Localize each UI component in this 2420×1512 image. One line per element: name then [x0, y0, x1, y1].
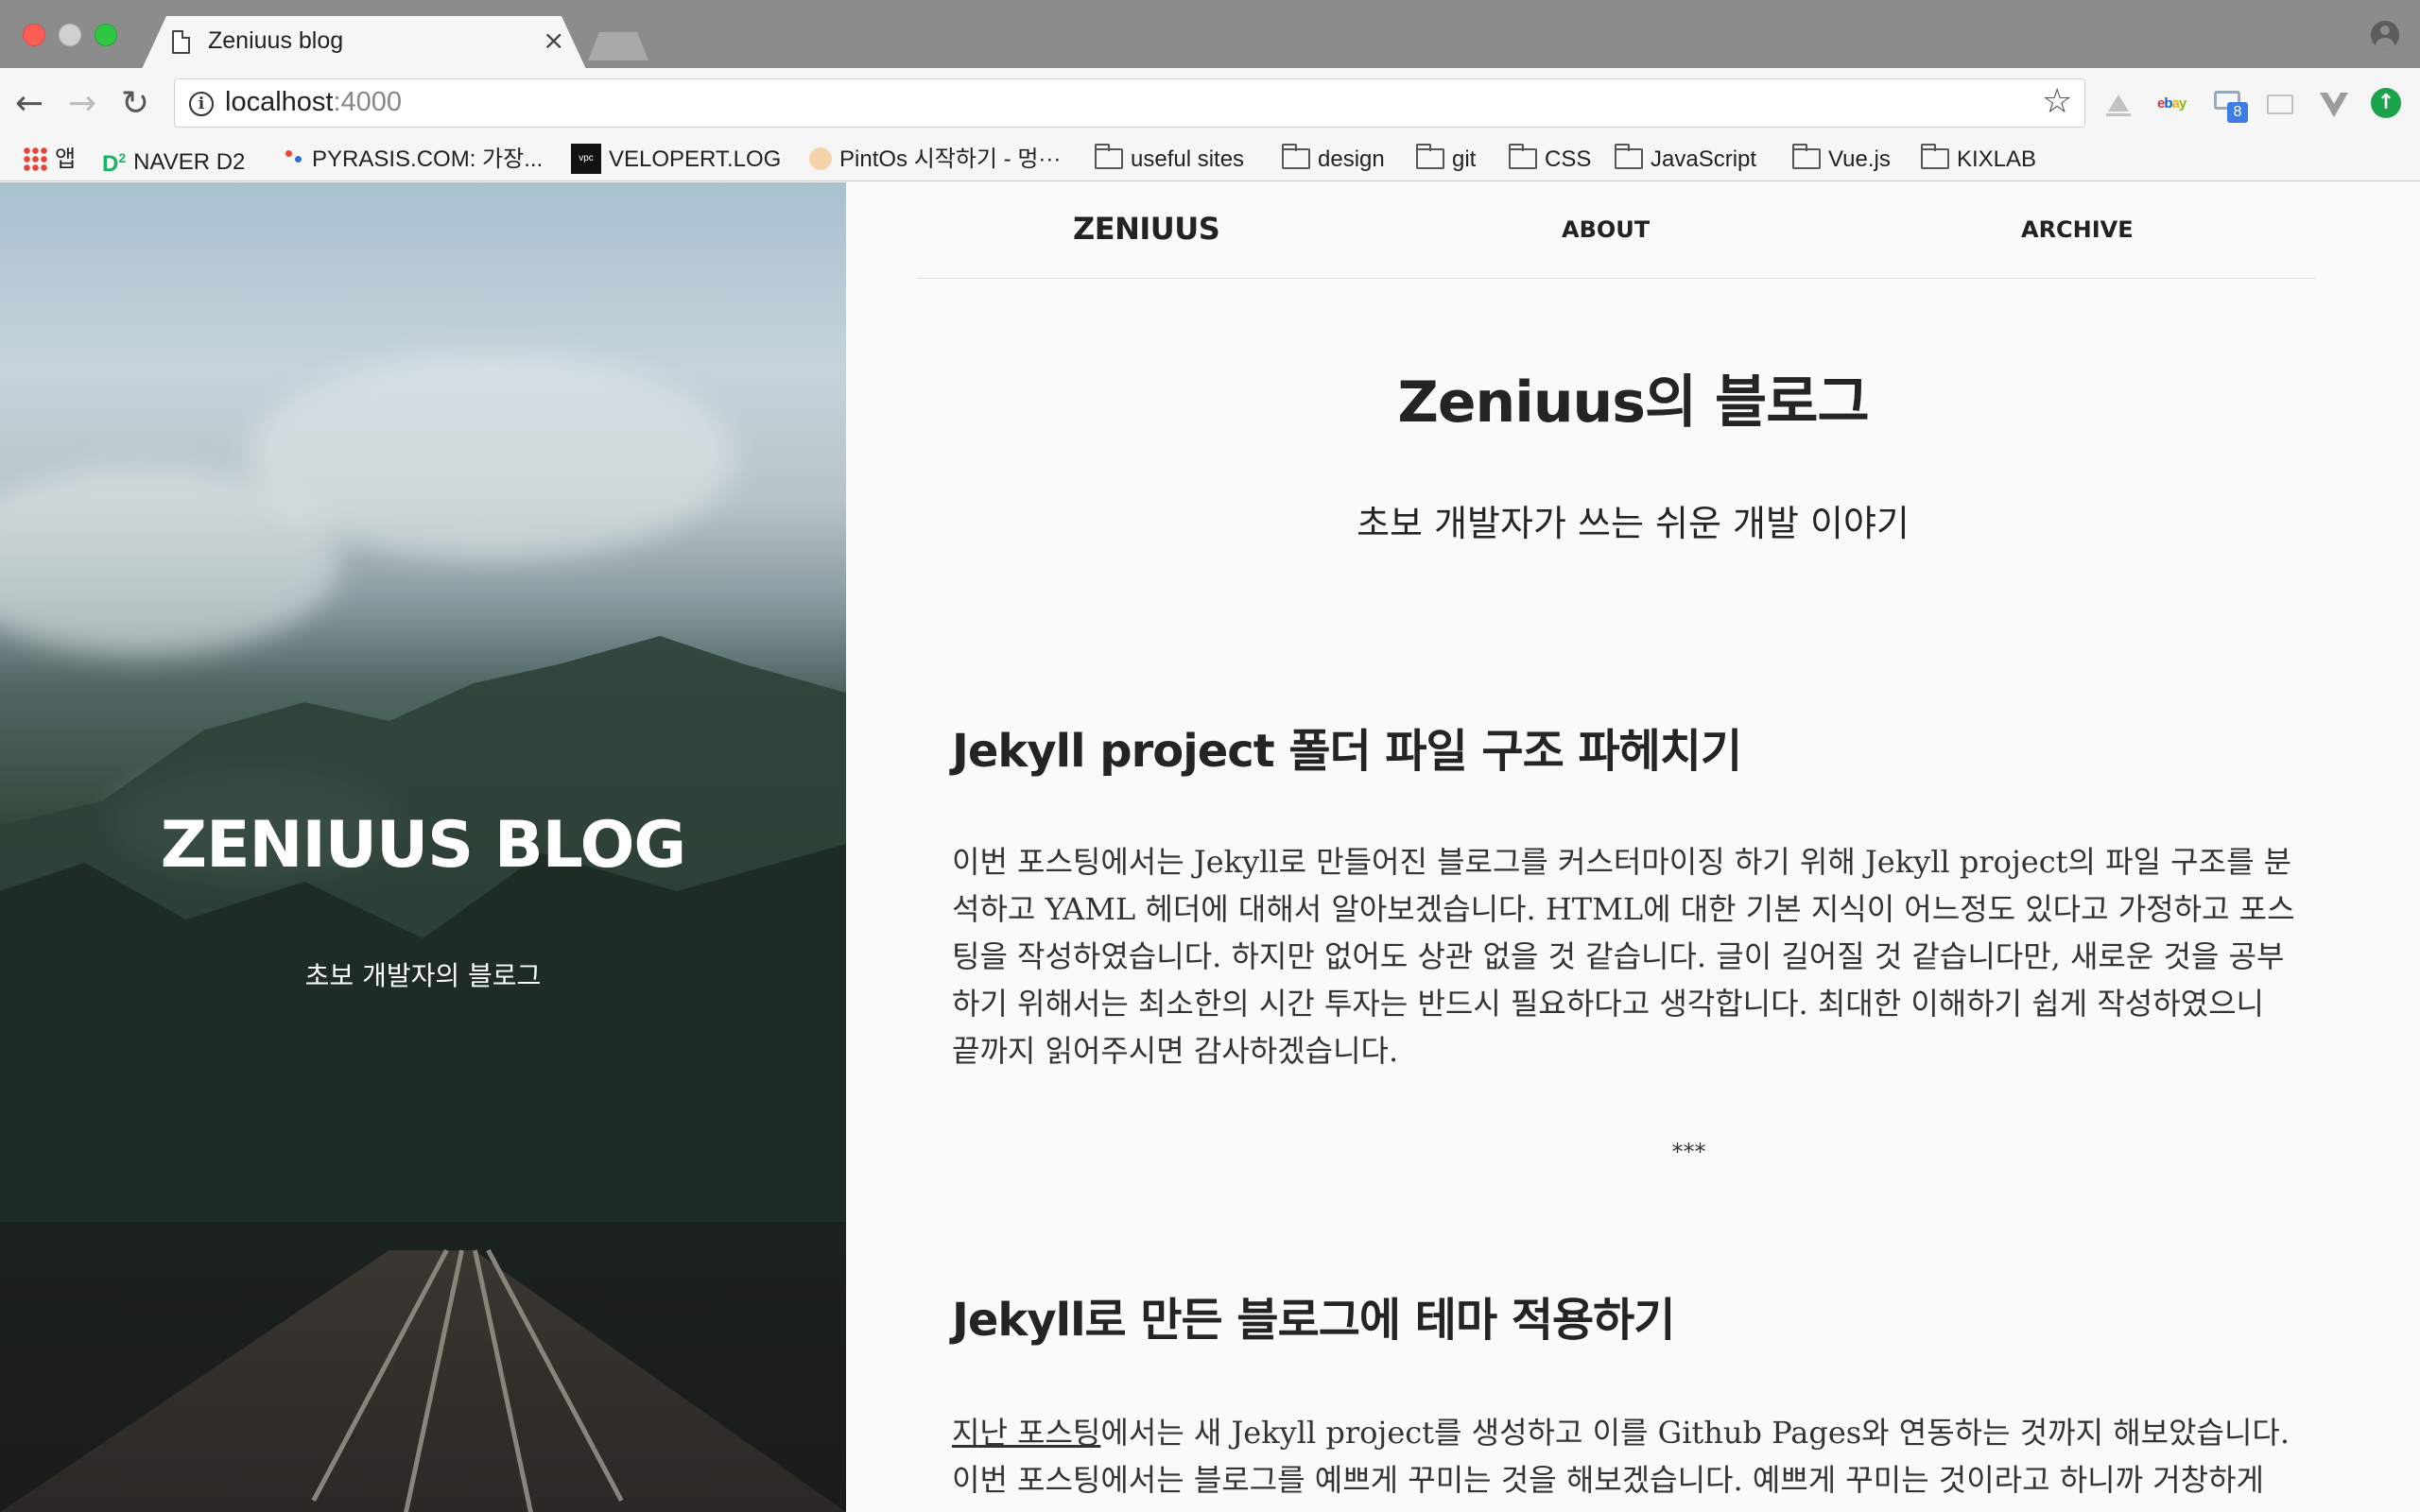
- post-excerpt-text: 에서는 새 Jekyll project를 생성하고 이를 Github Pag…: [952, 1415, 2290, 1512]
- tab-title: Zeniuus blog: [208, 27, 344, 54]
- folder-icon: [1921, 143, 1949, 169]
- bookmark-pintos[interactable]: PintOs 시작하기 - 멍···: [809, 142, 1061, 178]
- pyrasis-icon: [284, 148, 304, 169]
- folder-icon: [1095, 143, 1123, 169]
- folder-icon: [1792, 143, 1821, 169]
- pintos-icon: [809, 146, 832, 170]
- bookmark-label: PintOs 시작하기 - 멍···: [839, 146, 1062, 172]
- velopert-icon: vpc: [571, 143, 601, 174]
- screen-extension-icon[interactable]: 8: [2214, 91, 2248, 123]
- bookmark-folder-design[interactable]: design: [1282, 142, 1385, 178]
- minimize-window-button[interactable]: [59, 24, 81, 46]
- post-title-link[interactable]: Jekyll project 폴더 파일 구조 파헤치기: [952, 713, 1742, 780]
- maximize-window-button[interactable]: [95, 24, 117, 46]
- folder-icon: [1509, 143, 1537, 169]
- post-excerpt: 지난 포스팅에서는 새 Jekyll project를 생성하고 이를 Gith…: [952, 1409, 2298, 1512]
- nav-archive-link[interactable]: ARCHIVE: [2021, 216, 2134, 243]
- bookmark-folder-git[interactable]: git: [1416, 142, 1476, 178]
- sidebar-subtitle: 초보 개발자의 블로그: [304, 960, 542, 991]
- bookmark-folder-useful-sites[interactable]: useful sites: [1095, 142, 1244, 178]
- profile-icon[interactable]: [2371, 21, 2399, 49]
- bookmark-label: design: [1318, 146, 1385, 172]
- page-title: Zeniuus의 블로그: [1397, 369, 1869, 436]
- folder-icon: [1615, 143, 1643, 169]
- url-port: :4000: [333, 87, 403, 117]
- bookmark-label: CSS: [1545, 146, 1592, 172]
- bookmark-folder-vuejs[interactable]: Vue.js: [1792, 142, 1891, 178]
- extension-badge: 8: [2227, 102, 2248, 123]
- top-navigation: ZENIUUS ABOUT ARCHIVE: [918, 182, 2317, 279]
- ebay-extension-icon[interactable]: ebay: [2157, 91, 2191, 117]
- sidebar-hero: ZENIUUS BLOG 초보 개발자의 블로그: [0, 182, 846, 1512]
- forward-arrow-icon[interactable]: →: [68, 85, 96, 123]
- bookmark-label: git: [1452, 146, 1477, 172]
- bookmark-label: JavaScript: [1651, 146, 1757, 172]
- post-excerpt: 이번 포스팅에서는 Jekyll로 만들어진 블로그를 커스터마이징 하기 위해…: [952, 844, 2295, 1069]
- folder-icon: [1416, 143, 1444, 169]
- url-host: localhost: [225, 87, 334, 117]
- bookmark-naver-d2[interactable]: D2 NAVER D2: [102, 142, 245, 178]
- page-description: 초보 개발자가 쓰는 쉬운 개발 이야기: [1357, 503, 1910, 544]
- note-extension-icon[interactable]: [2265, 91, 2293, 117]
- bookmark-label: 앱: [55, 146, 77, 172]
- main-content: ZENIUUS ABOUT ARCHIVE Zeniuus의 블로그 초보 개발…: [846, 182, 2420, 1512]
- back-arrow-icon[interactable]: ←: [15, 85, 43, 123]
- upload-extension-icon[interactable]: ↑: [2371, 88, 2401, 118]
- vue-devtools-icon[interactable]: [2318, 91, 2350, 117]
- previous-post-link[interactable]: 지난 포스팅: [952, 1415, 1100, 1451]
- folder-icon: [1282, 143, 1310, 169]
- bookmark-velopert[interactable]: vpc VELOPERT.LOG: [571, 142, 781, 178]
- sidebar-title: ZENIUUS BLOG: [160, 808, 686, 883]
- nav-brand-link[interactable]: ZENIUUS: [1073, 211, 1220, 247]
- tab-close-icon[interactable]: ×: [543, 26, 564, 56]
- drive-extension-icon[interactable]: [2104, 91, 2133, 117]
- bookmark-folder-kixlab[interactable]: KIXLAB: [1921, 142, 2036, 178]
- bookmark-label: KIXLAB: [1957, 146, 2037, 172]
- bookmark-pyrasis[interactable]: PYRASIS.COM: 가장...: [284, 142, 543, 178]
- bookmark-label: VELOPERT.LOG: [609, 146, 782, 172]
- reload-icon[interactable]: ↻: [121, 85, 149, 123]
- bookmark-star-icon[interactable]: ☆: [2042, 83, 2072, 121]
- post-separator: ***: [1671, 1139, 1706, 1165]
- d2-icon: D2: [102, 150, 127, 177]
- bookmark-label: useful sites: [1131, 146, 1245, 172]
- nav-about-link[interactable]: ABOUT: [1562, 216, 1650, 243]
- bookmark-folder-css[interactable]: CSS: [1509, 142, 1591, 178]
- address-bar[interactable]: [174, 78, 2085, 128]
- bookmark-label: NAVER D2: [133, 148, 246, 175]
- info-icon[interactable]: i: [189, 92, 214, 116]
- bookmark-label: Vue.js: [1828, 146, 1891, 172]
- post-title-link[interactable]: Jekyll로 만든 블로그에 테마 적용하기: [952, 1282, 1675, 1349]
- cloud-shape: [246, 352, 737, 560]
- page-viewport: ZENIUUS BLOG 초보 개발자의 블로그 ZENIUUS ABOUT A…: [0, 182, 2420, 1512]
- bookmark-folder-javascript[interactable]: JavaScript: [1615, 142, 1756, 178]
- bookmark-label: PYRASIS.COM: 가장...: [312, 146, 544, 172]
- close-window-button[interactable]: [23, 24, 45, 46]
- apps-icon: [23, 146, 47, 171]
- page-icon: [172, 30, 190, 54]
- url-text[interactable]: localhost:4000: [225, 87, 402, 118]
- bookmark-apps[interactable]: 앱: [23, 142, 76, 178]
